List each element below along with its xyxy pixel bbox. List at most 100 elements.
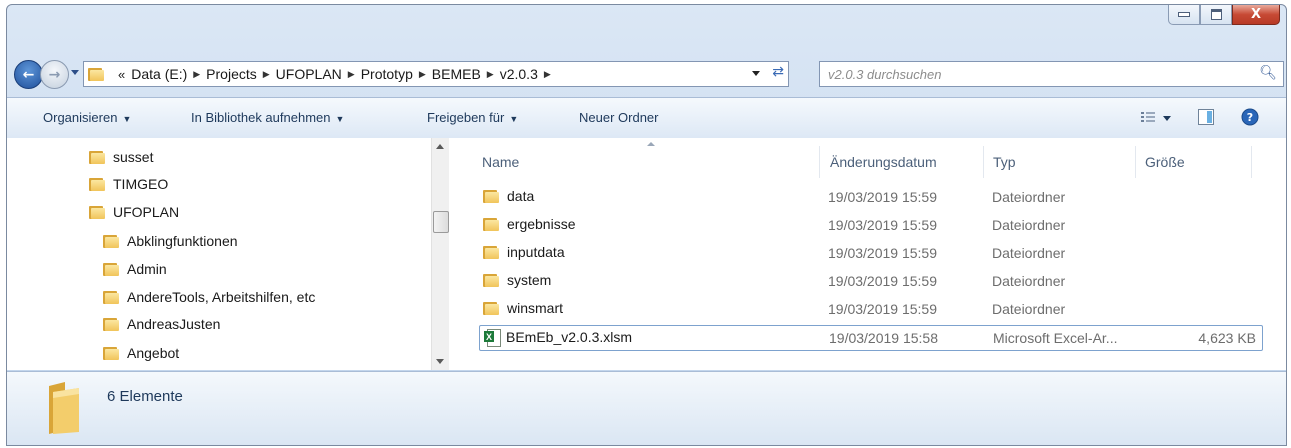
file-date: 19/03/2019 15:58	[829, 330, 938, 346]
address-history-dropdown-icon[interactable]	[752, 71, 760, 76]
breadcrumb-item[interactable]: v2.0.3	[500, 66, 538, 82]
tree-item[interactable]: TIMGEO	[89, 173, 168, 195]
tree-item[interactable]: AndereTools, Arbeitshilfen, etc	[103, 286, 315, 308]
column-divider[interactable]	[819, 146, 820, 178]
tree-item[interactable]: Admin	[103, 258, 167, 280]
tree-item-label: Abklingfunktionen	[127, 233, 238, 249]
folder-icon	[103, 346, 119, 360]
file-row[interactable]: winsmart 19/03/2019 15:59 Dateiordner	[479, 297, 1261, 321]
chevron-right-icon[interactable]: ▶	[419, 69, 426, 80]
scroll-thumb[interactable]	[433, 211, 449, 233]
recent-pages-dropdown-icon[interactable]	[71, 70, 79, 75]
navigation-tree: susset TIMGEO UFOPLAN Abklingfunktionen …	[7, 138, 432, 370]
search-input[interactable]: v2.0.3 durchsuchen 🔍︎	[819, 61, 1284, 87]
folder-icon	[89, 177, 105, 191]
folder-icon	[89, 205, 105, 219]
chevron-down-icon: ▼	[122, 114, 132, 124]
breadcrumb: « Data (E:) ▶ Projects ▶ UFOPLAN ▶ Prototyp…	[112, 66, 557, 82]
file-row[interactable]: system 19/03/2019 15:59 Dateiordner	[479, 269, 1261, 293]
chevron-right-icon[interactable]: ▶	[544, 69, 551, 80]
scroll-down-icon[interactable]	[436, 359, 444, 364]
preview-pane-button[interactable]	[1198, 109, 1214, 129]
file-name-label: system	[507, 272, 552, 288]
folder-icon	[483, 245, 499, 259]
tree-item[interactable]: UFOPLAN	[89, 201, 179, 223]
organize-button[interactable]: Organisieren ▼	[43, 110, 131, 125]
close-button[interactable]: X	[1232, 5, 1280, 25]
tree-item-label: AndereTools, Arbeitshilfen, etc	[127, 289, 316, 305]
file-date: 19/03/2019 15:59	[828, 217, 937, 233]
new-folder-button[interactable]: Neuer Ordner	[579, 110, 658, 125]
new-folder-label: Neuer Ordner	[579, 110, 659, 125]
column-divider[interactable]	[983, 146, 984, 178]
view-list-icon	[1141, 112, 1171, 122]
tree-item-label: Admin	[127, 261, 167, 277]
breadcrumb-item[interactable]: Prototyp	[361, 66, 413, 82]
column-divider[interactable]	[1251, 146, 1252, 178]
file-row-selected[interactable]: X BEmEb_v2.0.3.xlsm 19/03/2019 15:58 Micr…	[479, 325, 1263, 351]
column-header-date[interactable]: Änderungsdatum	[830, 154, 937, 170]
tree-scrollbar[interactable]	[431, 138, 449, 370]
file-name-label: winsmart	[507, 300, 564, 316]
file-date: 19/03/2019 15:59	[828, 273, 937, 289]
sort-ascending-icon	[647, 142, 655, 146]
breadcrumb-overflow[interactable]: «	[118, 67, 125, 82]
chevron-right-icon[interactable]: ▶	[348, 69, 355, 80]
file-date: 19/03/2019 15:59	[828, 189, 937, 205]
file-row[interactable]: inputdata 19/03/2019 15:59 Dateiordner	[479, 241, 1261, 265]
chevron-right-icon[interactable]: ▶	[263, 69, 270, 80]
organize-label: Organisieren	[43, 110, 118, 125]
folder-icon	[483, 273, 499, 287]
file-type: Dateiordner	[992, 189, 1066, 205]
file-name: inputdata	[483, 244, 565, 260]
file-row[interactable]: data 19/03/2019 15:59 Dateiordner	[479, 185, 1261, 209]
scroll-up-icon[interactable]	[436, 144, 444, 149]
search-placeholder: v2.0.3 durchsuchen	[828, 66, 942, 82]
details-pane: 6 Elemente	[7, 371, 1286, 445]
tree-item[interactable]: Angebot	[103, 342, 179, 364]
chevron-down-icon: ▼	[335, 114, 345, 124]
breadcrumb-item[interactable]: Projects	[206, 66, 257, 82]
file-list: Name Änderungsdatum Typ Größe data 19/03…	[449, 138, 1286, 370]
window-controls: X	[1168, 5, 1280, 25]
file-name: system	[483, 272, 551, 288]
address-bar[interactable]: « Data (E:) ▶ Projects ▶ UFOPLAN ▶ Prototyp…	[83, 61, 789, 87]
back-button[interactable]: ←	[14, 60, 43, 89]
file-type: Dateiordner	[992, 245, 1066, 261]
maximize-icon	[1210, 9, 1222, 20]
include-in-library-button[interactable]: In Bibliothek aufnehmen ▼	[191, 110, 344, 125]
column-header-type[interactable]: Typ	[993, 154, 1016, 170]
maximize-button[interactable]	[1200, 5, 1232, 25]
tree-item-label: AndreasJusten	[127, 316, 221, 332]
folder-icon	[103, 317, 119, 331]
file-row[interactable]: ergebnisse 19/03/2019 15:59 Dateiordner	[479, 213, 1261, 237]
column-header-name[interactable]: Name	[482, 154, 519, 170]
folder-icon	[88, 67, 104, 81]
breadcrumb-item[interactable]: UFOPLAN	[276, 66, 342, 82]
chevron-right-icon[interactable]: ▶	[193, 69, 200, 80]
tree-item[interactable]: Abklingfunktionen	[103, 230, 238, 252]
tree-item[interactable]: AndreasJusten	[103, 313, 220, 335]
item-count: 6 Elemente	[107, 388, 183, 405]
refresh-icon[interactable]: ⇄	[772, 64, 784, 80]
back-arrow-icon: ←	[22, 66, 35, 83]
minimize-button[interactable]	[1168, 5, 1200, 25]
breadcrumb-item[interactable]: Data (E:)	[131, 66, 187, 82]
file-name-label: data	[507, 188, 535, 204]
breadcrumb-item[interactable]: BEMEB	[432, 66, 481, 82]
change-view-button[interactable]	[1141, 111, 1173, 129]
share-with-button[interactable]: Freigeben für ▼	[427, 110, 518, 125]
search-icon[interactable]: 🔍︎	[1259, 65, 1277, 81]
svg-text:?: ?	[1247, 111, 1253, 124]
folder-icon	[103, 234, 119, 248]
help-button[interactable]: ?	[1241, 108, 1259, 130]
forward-button[interactable]: →	[40, 60, 69, 89]
column-header-size[interactable]: Größe	[1145, 154, 1185, 170]
folder-icon	[49, 382, 79, 434]
chevron-right-icon[interactable]: ▶	[487, 69, 494, 80]
minimize-icon	[1178, 12, 1190, 17]
command-bar: Organisieren ▼ In Bibliothek aufnehmen ▼ F…	[7, 97, 1286, 139]
tree-item[interactable]: susset	[89, 146, 153, 168]
close-icon: X	[1250, 7, 1262, 22]
column-divider[interactable]	[1135, 146, 1136, 178]
